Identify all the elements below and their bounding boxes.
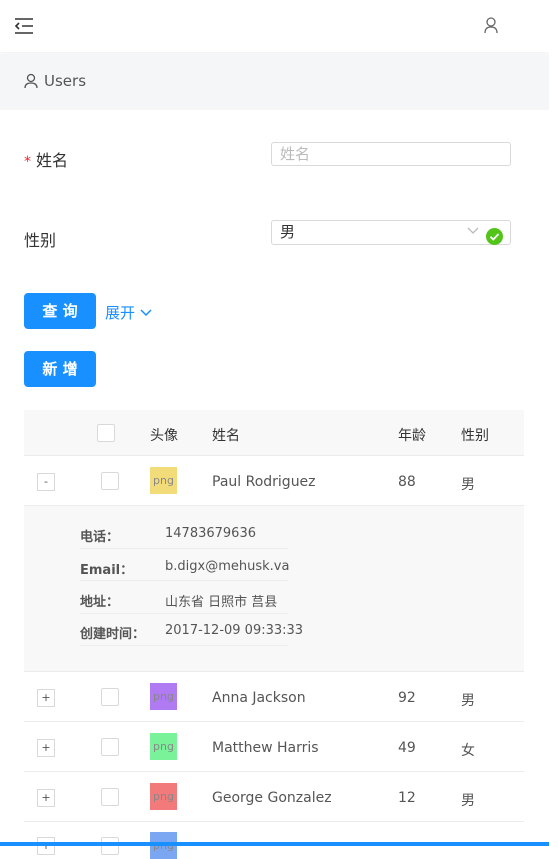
cell-name: Paul Rodriguez [212, 474, 316, 490]
avatar: png [150, 683, 177, 710]
detail-created-value: 2017-12-09 09:33:33 [165, 623, 304, 638]
header-gender: 性别 [461, 428, 489, 444]
gender-label: 性别 [24, 231, 57, 250]
user-icon [24, 73, 38, 89]
menu-fold-icon[interactable] [14, 16, 34, 36]
row-checkbox[interactable] [101, 688, 119, 706]
header-age: 年龄 [398, 428, 426, 444]
cell-name: Matthew Harris [212, 740, 319, 756]
required-mark: * [24, 154, 31, 170]
cell-gender: 男 [461, 793, 475, 809]
detail-address-label: 地址： [80, 595, 120, 610]
cell-name: Anna Jackson [212, 690, 306, 706]
expand-row-button[interactable]: + [37, 739, 55, 757]
detail-email-label: Email： [80, 563, 134, 578]
top-header [0, 0, 549, 52]
detail-email-value: b.digx@mehusk.va [165, 559, 290, 574]
cell-gender: 男 [461, 477, 475, 493]
row-divider [24, 721, 524, 722]
row-checkbox[interactable] [101, 472, 119, 490]
breadcrumb-label: Users [44, 72, 87, 90]
cell-age: 49 [398, 740, 416, 756]
row-checkbox[interactable] [101, 837, 119, 855]
expand-row-button[interactable]: + [37, 689, 55, 707]
avatar: png [150, 733, 177, 760]
detail-divider [80, 548, 288, 549]
detail-created-label: 创建时间： [80, 627, 146, 642]
expand-label: 展开 [105, 304, 136, 322]
row-divider [24, 671, 524, 672]
cell-age: 12 [398, 790, 416, 806]
expand-row-button[interactable]: - [37, 473, 55, 491]
expand-link[interactable]: 展开 [105, 302, 152, 323]
page-edge [549, 0, 559, 846]
header-name: 姓名 [212, 428, 240, 444]
select-all-checkbox[interactable] [97, 424, 115, 442]
row-divider [24, 771, 524, 772]
cell-gender: 女 [461, 743, 475, 759]
name-label: * 姓名 [24, 151, 69, 170]
detail-address-value: 山东省 日照市 莒县 [165, 595, 278, 610]
row-checkbox[interactable] [101, 738, 119, 756]
detail-divider [80, 613, 288, 614]
expand-row-button[interactable]: + [37, 837, 55, 855]
row-checkbox[interactable] [101, 788, 119, 806]
chevron-down-icon [467, 227, 479, 234]
name-input[interactable]: 姓名 [271, 142, 511, 166]
cell-gender: 男 [461, 693, 475, 709]
detail-phone-label: 电话： [80, 530, 120, 545]
cell-name: George Gonzalez [212, 790, 332, 806]
avatar: png [150, 467, 177, 494]
avatar: png [150, 783, 177, 810]
user-icon[interactable] [483, 16, 499, 34]
chevron-down-icon [140, 308, 152, 316]
detail-divider [80, 645, 288, 646]
cell-age: 92 [398, 690, 416, 706]
cell-age: 88 [398, 474, 416, 490]
expand-row-button[interactable]: + [37, 789, 55, 807]
valid-check-icon [486, 228, 503, 245]
detail-phone-value: 14783679636 [165, 526, 256, 541]
bottom-scroll-indicator [0, 842, 549, 846]
breadcrumb-item-users[interactable]: Users [24, 72, 86, 90]
row-divider [24, 821, 524, 822]
query-button[interactable]: 查 询 [24, 293, 96, 329]
detail-divider [80, 580, 288, 581]
header-avatar: 头像 [150, 428, 178, 444]
add-button[interactable]: 新 增 [24, 351, 96, 387]
